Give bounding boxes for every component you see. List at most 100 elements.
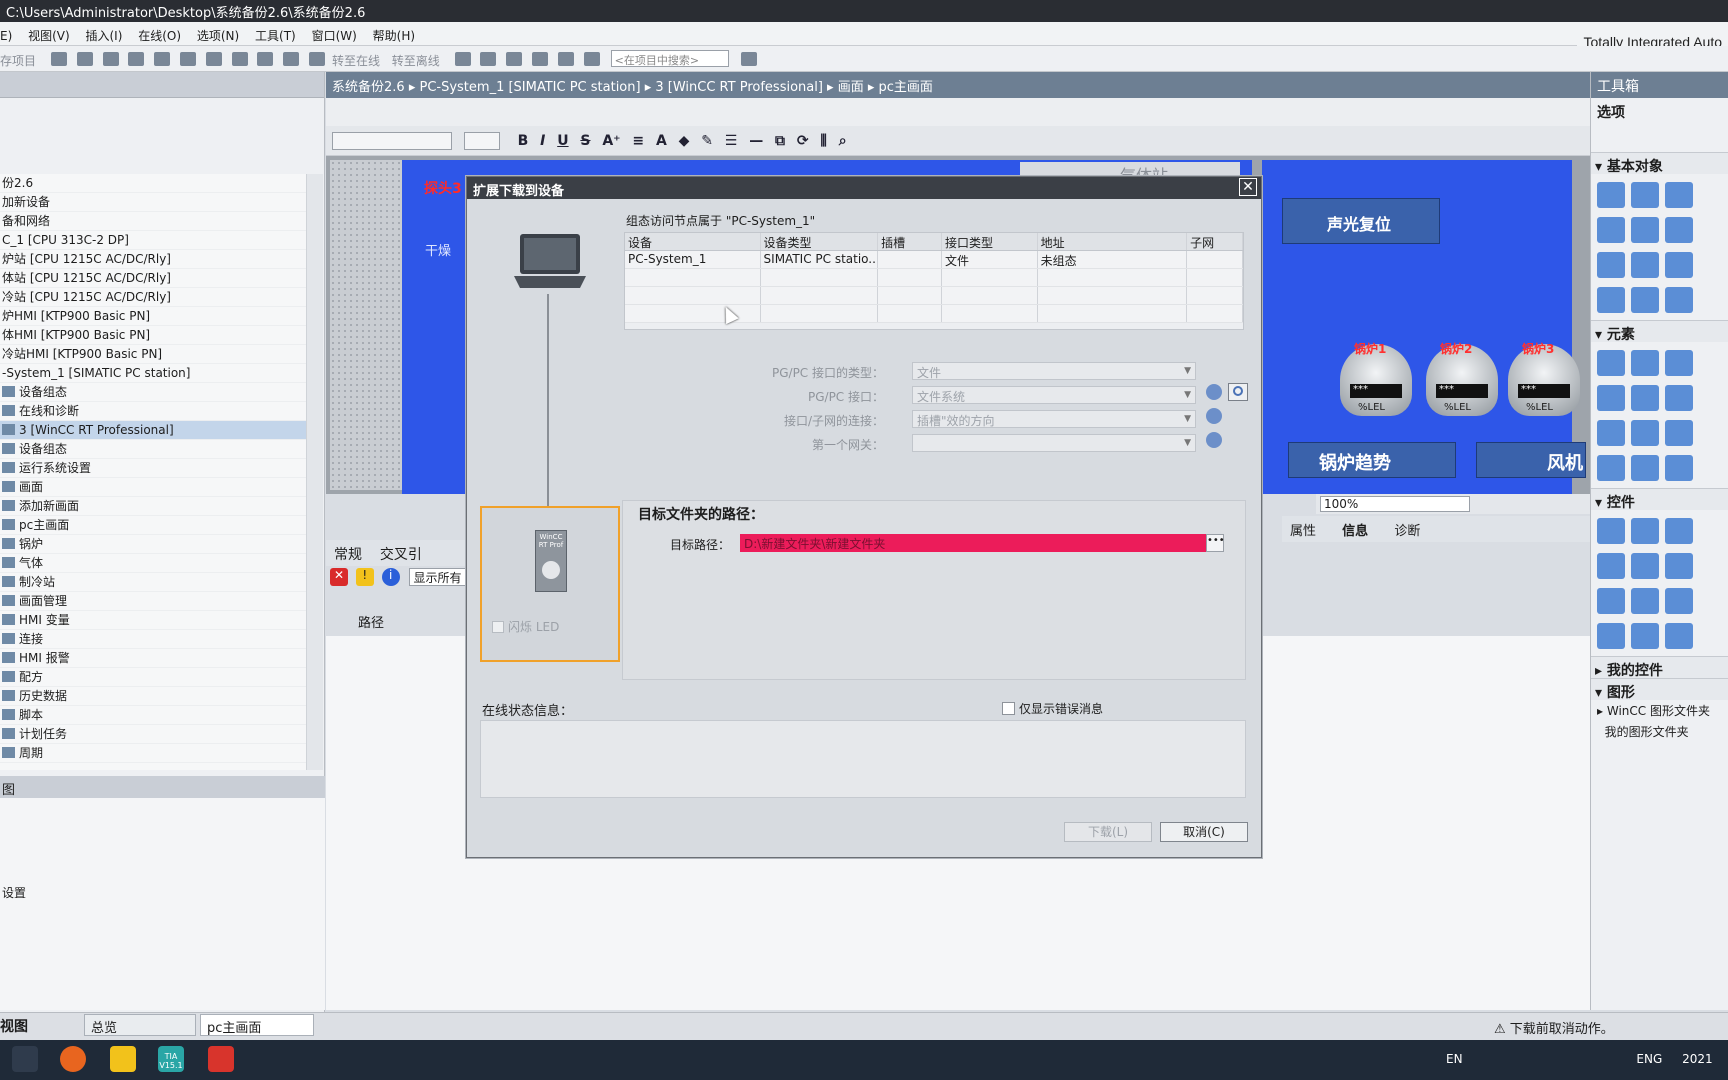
line-width-icon[interactable]: ☰: [725, 133, 738, 149]
category-graphics[interactable]: ▾ 图形: [1591, 678, 1728, 701]
download-button[interactable]: 下载(L): [1064, 822, 1152, 842]
underline-icon[interactable]: U: [557, 133, 568, 149]
error-filter-icon[interactable]: ✕: [330, 568, 348, 586]
shield-icon[interactable]: [1206, 432, 1222, 448]
wincc-graphics-folder[interactable]: ▸ WinCC 图形文件夹: [1591, 700, 1728, 721]
errors-only-checkbox[interactable]: 仅显示错误消息: [1002, 700, 1103, 717]
table-row[interactable]: [625, 287, 1243, 305]
line-icon[interactable]: [1597, 182, 1625, 208]
tree-item[interactable]: 加新设备: [0, 193, 306, 212]
tree-item[interactable]: -System_1 [SIMATIC PC station]: [0, 364, 306, 383]
superscript-icon[interactable]: A⁺: [602, 133, 620, 149]
redo-icon[interactable]: [205, 52, 222, 66]
tree-item[interactable]: 脚本: [0, 706, 306, 725]
circle-icon[interactable]: [1597, 252, 1625, 278]
breadcrumb-screens[interactable]: 画面: [838, 80, 864, 95]
cancel-button[interactable]: 取消(C): [1160, 822, 1248, 842]
breadcrumb-project[interactable]: 系统备份2.6: [332, 80, 405, 95]
firefox-icon[interactable]: [60, 1046, 86, 1072]
category-elements[interactable]: ▾ 元素: [1591, 320, 1728, 343]
tab-cross-ref[interactable]: 交叉引: [380, 544, 422, 564]
picture-icon[interactable]: [1597, 287, 1625, 313]
tab-general[interactable]: 常规: [334, 544, 362, 564]
table-view-icon[interactable]: [1597, 588, 1625, 614]
column-header[interactable]: 地址: [1038, 233, 1188, 250]
round-button-icon[interactable]: [1631, 385, 1659, 411]
option-button-icon[interactable]: [1631, 455, 1659, 481]
trend-view-icon[interactable]: [1665, 553, 1693, 579]
clock[interactable]: 2021: [1682, 1052, 1713, 1066]
boiler-trend-button[interactable]: 锅炉趋势: [1288, 442, 1456, 478]
tube-icon[interactable]: [1631, 287, 1659, 313]
italic-icon[interactable]: I: [540, 133, 545, 149]
screen-window-icon[interactable]: [1597, 518, 1625, 544]
tia-portal-icon[interactable]: TIA V15.1: [158, 1046, 184, 1072]
compile-icon[interactable]: [231, 52, 248, 66]
menu-insert[interactable]: 插入(I): [86, 27, 123, 44]
align-icon[interactable]: ≡: [632, 133, 644, 149]
subnet-select[interactable]: 插槽"效的方向 ▼: [912, 410, 1196, 428]
copy-icon[interactable]: [102, 52, 119, 66]
polyline-icon[interactable]: [1631, 182, 1659, 208]
menu-options[interactable]: 选项(N): [197, 27, 239, 44]
fill-color-icon[interactable]: ◆: [679, 133, 690, 149]
menu-online[interactable]: 在线(O): [138, 27, 181, 44]
system-diagnostics-icon[interactable]: [1631, 623, 1659, 649]
browse-button[interactable]: •••: [1206, 534, 1225, 552]
column-header[interactable]: 子网: [1187, 233, 1243, 250]
portal-view-link[interactable]: 视图: [0, 1016, 28, 1036]
recipe-view-icon[interactable]: [1597, 623, 1625, 649]
pgpc-iface-select[interactable]: 文件系统 ▼: [912, 386, 1196, 404]
list-icon[interactable]: [1665, 350, 1693, 376]
simulate-icon[interactable]: [309, 52, 326, 66]
gauge-icon[interactable]: [1665, 455, 1693, 481]
tpiece-icon[interactable]: [1665, 287, 1693, 313]
column-header[interactable]: 设备类型: [761, 233, 879, 250]
pgpc-type-select[interactable]: 文件 ▼: [912, 362, 1196, 380]
go-offline-button[interactable]: 转至离线: [392, 52, 440, 69]
circle-segment-icon[interactable]: [1631, 217, 1659, 243]
gateway-select[interactable]: ▼: [912, 434, 1196, 452]
tree-item[interactable]: 设备组态: [0, 383, 306, 402]
tree-item[interactable]: 计划任务: [0, 725, 306, 744]
rotate-icon[interactable]: ⟳: [797, 133, 809, 149]
arc-icon[interactable]: [1665, 217, 1693, 243]
combo-box-icon[interactable]: [1665, 385, 1693, 411]
tree-item[interactable]: 冷站HMI [KTP900 Basic PN]: [0, 345, 306, 364]
tree-item[interactable]: 添加新画面: [0, 497, 306, 516]
diagnostics-icon[interactable]: [1665, 588, 1693, 614]
rectangle-icon[interactable]: [1631, 252, 1659, 278]
breadcrumb-screen[interactable]: pc主画面: [879, 80, 933, 95]
project-search-input[interactable]: <在项目中搜索>: [610, 50, 729, 67]
button-icon[interactable]: [1597, 385, 1625, 411]
tree-item[interactable]: C_1 [CPU 313C-2 DP]: [0, 231, 306, 250]
font-size-select[interactable]: [463, 132, 500, 150]
tree-item[interactable]: 在线和诊断: [0, 402, 306, 421]
table-row[interactable]: PC-System_1 SIMATIC PC statio... 文件 未组态: [625, 251, 1243, 269]
sogou-icon[interactable]: [208, 1046, 234, 1072]
tree-item[interactable]: 设备组态: [0, 440, 306, 459]
bar-icon[interactable]: [1597, 420, 1625, 446]
slider-icon[interactable]: [1665, 420, 1693, 446]
flash-led-checkbox[interactable]: 闪烁 LED: [492, 618, 559, 635]
explorer-icon[interactable]: [110, 1046, 136, 1072]
tab-diagnostics[interactable]: 诊断: [1394, 520, 1420, 539]
tree-item[interactable]: 周期: [0, 744, 306, 763]
split-v-icon[interactable]: [583, 52, 600, 66]
download-icon[interactable]: [257, 52, 274, 66]
line-color-icon[interactable]: ✎: [701, 133, 713, 149]
user-view-icon[interactable]: [1631, 518, 1659, 544]
line-style-icon[interactable]: —: [749, 133, 763, 149]
status-force-icon[interactable]: [1665, 623, 1693, 649]
polygon-icon[interactable]: [1665, 182, 1693, 208]
alarm-reset-button[interactable]: 声光复位: [1282, 198, 1440, 244]
tree-item[interactable]: 制冷站: [0, 573, 306, 592]
text-field-icon[interactable]: [1631, 350, 1659, 376]
font-color-icon[interactable]: A: [656, 133, 667, 149]
zoom-select[interactable]: 100%: [1320, 496, 1470, 512]
tree-item[interactable]: 体站 [CPU 1215C AC/DC/Rly]: [0, 269, 306, 288]
tree-item[interactable]: pc主画面: [0, 516, 306, 535]
boiler-3[interactable]: 锅炉3 *** %LEL: [1508, 342, 1580, 416]
boiler-2[interactable]: 锅炉2 *** %LEL: [1426, 342, 1498, 416]
checkbox-icon[interactable]: [1597, 455, 1625, 481]
